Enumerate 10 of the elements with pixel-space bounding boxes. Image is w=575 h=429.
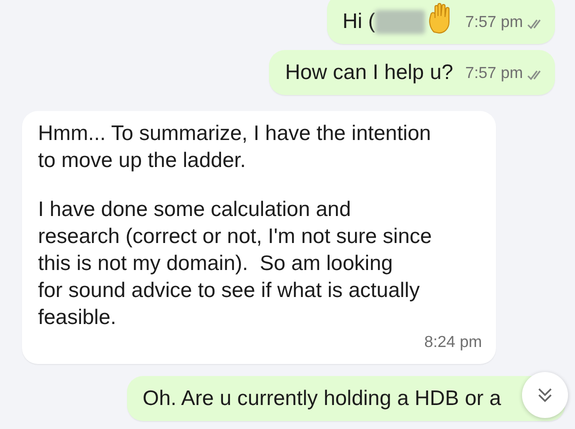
message-text: Hi ( [342, 9, 376, 35]
message-time: 8:24 pm [424, 333, 482, 353]
message-text: Oh. Are u currently holding a HDB or a [142, 386, 501, 412]
scroll-down-button[interactable] [522, 372, 568, 418]
message-time: 7:57 pm [465, 64, 523, 84]
message-paragraph: I have done some calculation and research (correct or not, I'm not sure since this is not my domain). So am looking for sound advice to see if what is actually feasible. [38, 197, 432, 331]
message-paragraph: Hmm... To summarize, I have the intention to move up the ladder. [38, 121, 432, 174]
double-chevron-down-icon [537, 387, 553, 403]
message-time: 7:57 pm [465, 13, 523, 33]
message-text: How can I help u? [285, 60, 454, 86]
